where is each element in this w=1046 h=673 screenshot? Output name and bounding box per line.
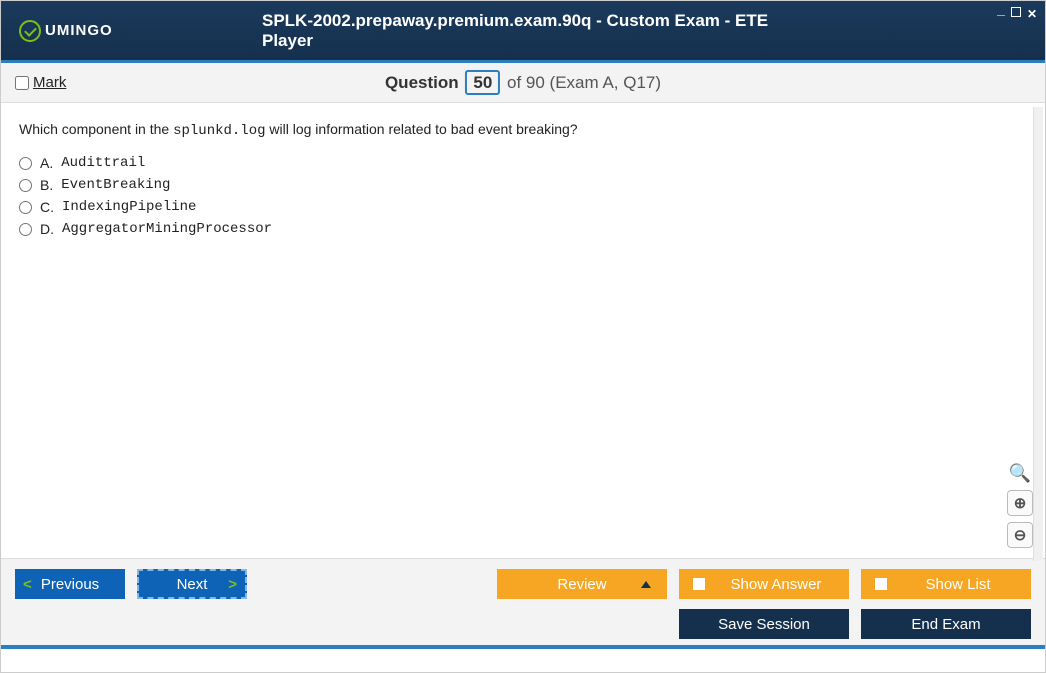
question-header-bar: Mark Question 50 of 90 (Exam A, Q17) bbox=[1, 63, 1045, 103]
zoom-out-button[interactable]: ⊖ bbox=[1007, 522, 1033, 548]
logo-text: UMINGO bbox=[45, 22, 113, 39]
option-d-radio[interactable] bbox=[19, 223, 32, 236]
question-word: Question bbox=[385, 73, 459, 92]
mark-label: Mark bbox=[33, 74, 66, 91]
footer: < Previous Next > Review Show Answer Sho… bbox=[1, 558, 1045, 645]
question-number: 50 bbox=[465, 70, 500, 95]
option-c-text: IndexingPipeline bbox=[62, 199, 196, 215]
close-button[interactable] bbox=[1027, 5, 1037, 21]
show-list-button[interactable]: Show List bbox=[861, 569, 1031, 599]
next-label: Next bbox=[177, 576, 208, 593]
minimize-button[interactable] bbox=[997, 5, 1005, 21]
checkbox-square-icon bbox=[693, 578, 705, 590]
chevron-right-icon: > bbox=[228, 576, 237, 593]
option-c[interactable]: C. IndexingPipeline bbox=[19, 199, 1027, 215]
option-b[interactable]: B. EventBreaking bbox=[19, 177, 1027, 193]
chevron-left-icon: < bbox=[23, 576, 32, 593]
option-b-text: EventBreaking bbox=[61, 177, 170, 193]
show-answer-button[interactable]: Show Answer bbox=[679, 569, 849, 599]
footer-row-2: Save Session End Exam bbox=[15, 609, 1031, 639]
search-icon[interactable]: 🔍 bbox=[1009, 463, 1031, 484]
question-of-text: of 90 (Exam A, Q17) bbox=[507, 73, 661, 92]
save-session-button[interactable]: Save Session bbox=[679, 609, 849, 639]
option-a-radio[interactable] bbox=[19, 157, 32, 170]
show-list-label: Show List bbox=[899, 576, 1017, 593]
option-b-letter: B. bbox=[40, 177, 53, 193]
review-label: Review bbox=[557, 576, 606, 593]
mark-checkbox[interactable] bbox=[15, 76, 29, 90]
end-exam-button[interactable]: End Exam bbox=[861, 609, 1031, 639]
previous-label: Previous bbox=[41, 576, 99, 593]
maximize-button[interactable] bbox=[1011, 7, 1021, 17]
footer-row-1: < Previous Next > Review Show Answer Sho… bbox=[15, 569, 1031, 599]
review-button[interactable]: Review bbox=[497, 569, 667, 599]
mark-checkbox-wrap[interactable]: Mark bbox=[15, 74, 66, 91]
previous-button[interactable]: < Previous bbox=[15, 569, 125, 599]
option-b-radio[interactable] bbox=[19, 179, 32, 192]
question-post: will log information related to bad even… bbox=[266, 121, 578, 137]
question-indicator: Question 50 of 90 (Exam A, Q17) bbox=[385, 73, 661, 93]
app-logo: UMINGO bbox=[19, 20, 113, 42]
option-a-letter: A. bbox=[40, 155, 53, 171]
option-c-letter: C. bbox=[40, 199, 54, 215]
next-button[interactable]: Next > bbox=[137, 569, 247, 599]
show-answer-label: Show Answer bbox=[717, 576, 835, 593]
window-controls bbox=[997, 5, 1037, 21]
option-a[interactable]: A. Audittrail bbox=[19, 155, 1027, 171]
triangle-up-icon bbox=[641, 581, 651, 588]
titlebar: UMINGO SPLK-2002.prepaway.premium.exam.9… bbox=[1, 1, 1045, 63]
option-a-text: Audittrail bbox=[61, 155, 145, 171]
question-code: splunkd.log bbox=[173, 123, 265, 139]
checkbox-square-icon bbox=[875, 578, 887, 590]
bottom-accent-bar bbox=[1, 645, 1045, 649]
save-session-label: Save Session bbox=[718, 616, 810, 633]
option-d[interactable]: D. AggregatorMiningProcessor bbox=[19, 221, 1027, 237]
answer-options: A. Audittrail B. EventBreaking C. Indexi… bbox=[19, 155, 1027, 237]
logo-check-icon bbox=[19, 20, 41, 42]
end-exam-label: End Exam bbox=[911, 616, 980, 633]
option-d-text: AggregatorMiningProcessor bbox=[62, 221, 272, 237]
question-pre: Which component in the bbox=[19, 121, 173, 137]
zoom-in-button[interactable]: ⊕ bbox=[1007, 490, 1033, 516]
option-d-letter: D. bbox=[40, 221, 54, 237]
option-c-radio[interactable] bbox=[19, 201, 32, 214]
zoom-controls: 🔍 ⊕ ⊖ bbox=[1007, 463, 1033, 548]
window-title: SPLK-2002.prepaway.premium.exam.90q - Cu… bbox=[262, 11, 784, 51]
question-text: Which component in the splunkd.log will … bbox=[19, 121, 1027, 139]
question-content: Which component in the splunkd.log will … bbox=[1, 103, 1045, 558]
